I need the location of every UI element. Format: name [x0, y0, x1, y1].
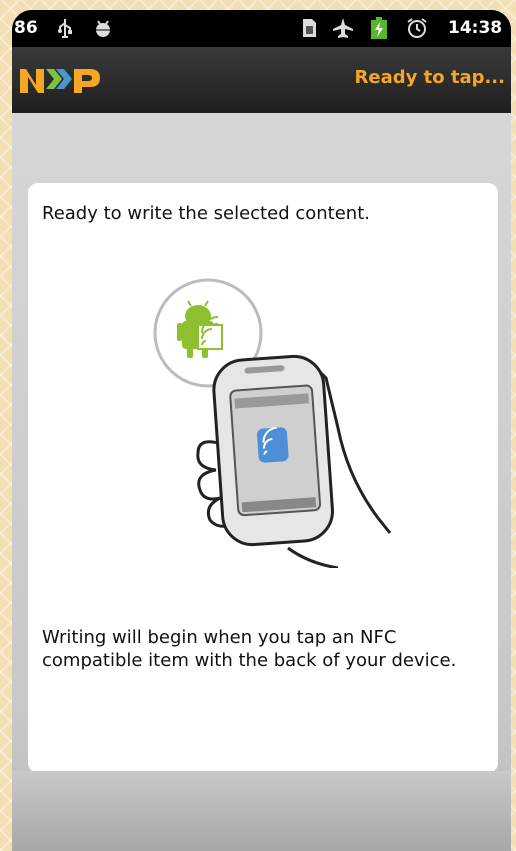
nfc-tap-illustration [138, 278, 398, 570]
notification-count: 86 [14, 18, 38, 38]
phone-screen: 86 14:38 Ready to tap... Ready to write … [12, 10, 511, 851]
card-title: Ready to write the selected content. [42, 203, 370, 224]
phone-illustration [212, 354, 334, 547]
write-card: Ready to write the selected content. Wri… [28, 183, 498, 773]
status-bar: 86 14:38 [12, 10, 511, 47]
app-bar: Ready to tap... [12, 47, 511, 113]
alarm-icon [406, 17, 428, 39]
bottom-area [12, 771, 511, 851]
main-content: Ready to write the selected content. Wri… [12, 113, 511, 851]
app-status-text: Ready to tap... [354, 67, 506, 88]
nxp-logo [18, 65, 108, 95]
airplane-icon [332, 17, 354, 39]
battery-charging-icon [370, 17, 388, 39]
sim-icon [298, 17, 320, 39]
status-time: 14:38 [448, 18, 503, 38]
card-description: Writing will begin when you tap an NFC c… [42, 627, 457, 671]
usb-icon [54, 17, 76, 39]
android-debug-icon [92, 17, 114, 39]
